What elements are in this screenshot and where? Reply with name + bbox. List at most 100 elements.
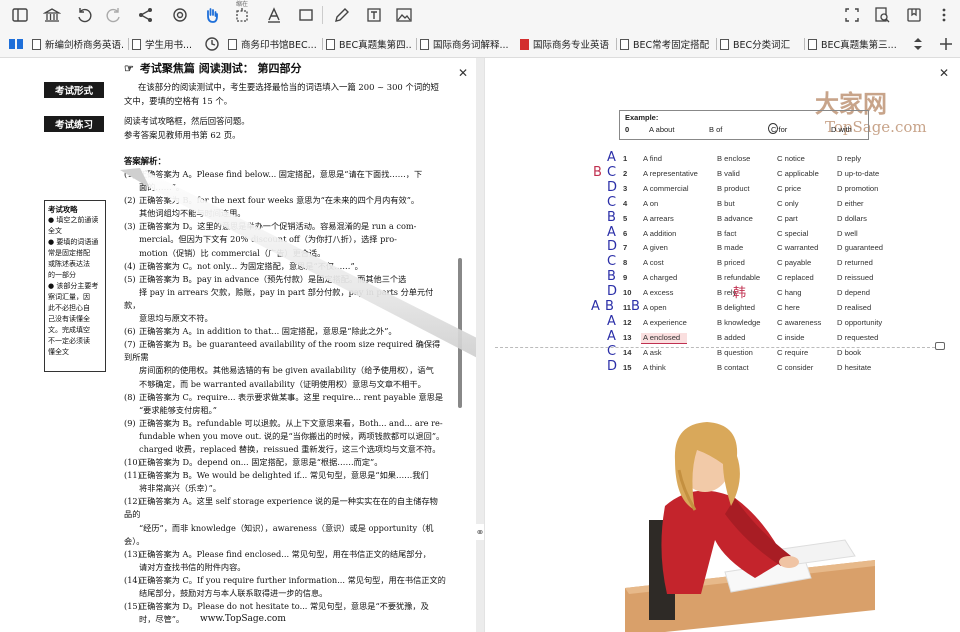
rectangle-tool-icon[interactable] — [294, 3, 318, 27]
option-n[interactable]: 6 — [623, 229, 627, 238]
option-c[interactable]: C warranted — [777, 243, 818, 252]
option-a[interactable]: A on — [643, 199, 658, 208]
option-d[interactable]: D up-to-date — [837, 169, 879, 178]
option-a[interactable]: A charged — [643, 273, 677, 282]
option-d[interactable]: D realised — [837, 303, 871, 312]
fullscreen-icon[interactable] — [840, 3, 864, 27]
option-n[interactable]: 9 — [623, 273, 627, 282]
option-c[interactable]: C special — [777, 229, 808, 238]
option-d[interactable]: D reissued — [837, 273, 873, 282]
clock-icon[interactable] — [200, 32, 224, 56]
split-divider[interactable] — [476, 58, 484, 632]
page-edge-icon[interactable] — [935, 342, 945, 350]
tab-doc-6-active[interactable]: 国际商务专业英语 — [520, 33, 612, 55]
option-c[interactable]: C awareness — [777, 318, 821, 327]
option-a[interactable]: A excess — [643, 288, 673, 297]
option-c[interactable]: C hang — [777, 288, 802, 297]
right-document-pane[interactable]: 大家网 TopSage.com ✕ Example: 0 A about B o… — [484, 58, 960, 632]
option-b[interactable]: B fact — [717, 229, 736, 238]
new-tab-plus-icon[interactable] — [934, 32, 958, 56]
option-d[interactable]: D requested — [837, 333, 878, 342]
tab-doc-2[interactable]: 学生用书... — [132, 33, 198, 55]
tab-doc-1[interactable]: 新编剑桥商务英语... — [32, 33, 124, 55]
option-c[interactable]: C payable — [777, 258, 811, 267]
tab-doc-7[interactable]: BEC常考固定搭配 — [620, 33, 712, 55]
option-b[interactable]: B product — [717, 184, 750, 193]
focus-target-icon[interactable] — [168, 3, 192, 27]
option-a[interactable]: A think — [643, 363, 666, 372]
option-a[interactable]: A enclosed — [643, 333, 680, 342]
option-b[interactable]: B but — [717, 199, 735, 208]
option-a[interactable]: A open — [643, 303, 667, 312]
left-document-pane[interactable]: ☞ 考试聚焦篇 阅读测试： 第四部分 考试形式 考试练习 在该部分的阅读测试中，考… — [0, 58, 476, 632]
option-c[interactable]: C consider — [777, 363, 813, 372]
more-options-icon[interactable] — [932, 3, 956, 27]
tab-doc-5[interactable]: 国际商务词解释... — [420, 33, 516, 55]
option-d[interactable]: D hesitate — [837, 363, 871, 372]
option-c[interactable]: C here — [777, 303, 800, 312]
option-n[interactable]: 13 — [623, 333, 631, 342]
option-n[interactable]: 11 — [623, 303, 631, 312]
option-c[interactable]: C part — [777, 214, 798, 223]
option-b[interactable]: B made — [717, 243, 743, 252]
option-n[interactable]: 15 — [623, 363, 631, 372]
option-n[interactable]: 14 — [623, 348, 631, 357]
pen-tool-icon[interactable] — [330, 3, 354, 27]
option-d[interactable]: D book — [837, 348, 861, 357]
option-d[interactable]: D opportunity — [837, 318, 882, 327]
option-d[interactable]: D depend — [837, 288, 870, 297]
option-n[interactable]: 5 — [623, 214, 627, 223]
option-n[interactable]: 7 — [623, 243, 627, 252]
option-d[interactable]: D reply — [837, 154, 861, 163]
sidebar-toggle-icon[interactable] — [8, 3, 32, 27]
option-n[interactable]: 1 — [623, 154, 627, 163]
option-b[interactable]: B refundable — [717, 273, 760, 282]
option-a[interactable]: A find — [643, 154, 662, 163]
option-d[interactable]: D guaranteed — [837, 243, 883, 252]
tabs-grid-icon[interactable] — [4, 32, 28, 56]
option-n[interactable]: 12 — [623, 318, 631, 327]
option-b[interactable]: B valid — [717, 169, 740, 178]
text-box-icon[interactable] — [362, 3, 386, 27]
option-b[interactable]: B priced — [717, 258, 745, 267]
option-c[interactable]: C applicable — [777, 169, 819, 178]
option-a[interactable]: A commercial — [643, 184, 689, 193]
option-c[interactable]: C inside — [777, 333, 804, 342]
close-left-pane-icon[interactable]: ✕ — [458, 66, 468, 80]
option-c[interactable]: C require — [777, 348, 808, 357]
option-d[interactable]: D returned — [837, 258, 873, 267]
option-b[interactable]: B enclose — [717, 154, 750, 163]
option-b[interactable]: B delighted — [717, 303, 755, 312]
crop-tool-icon[interactable] — [230, 3, 254, 27]
option-n[interactable]: 8 — [623, 258, 627, 267]
option-c[interactable]: C notice — [777, 154, 805, 163]
option-n[interactable]: 10 — [623, 288, 631, 297]
option-a[interactable]: A ask — [643, 348, 662, 357]
search-document-icon[interactable] — [870, 3, 894, 27]
image-insert-icon[interactable] — [392, 3, 416, 27]
option-a[interactable]: A given — [643, 243, 668, 252]
bookmark-icon[interactable] — [902, 3, 926, 27]
option-b[interactable]: B advance — [717, 214, 753, 223]
redo-icon[interactable] — [102, 3, 126, 27]
option-a[interactable]: A addition — [643, 229, 676, 238]
option-b[interactable]: B question — [717, 348, 753, 357]
option-d[interactable]: D promotion — [837, 184, 878, 193]
tab-doc-4[interactable]: BEC真题集第四... — [326, 33, 412, 55]
option-c[interactable]: C only — [777, 199, 799, 208]
close-right-pane-icon[interactable]: ✕ — [939, 66, 949, 80]
tab-doc-8[interactable]: BEC分类词汇 — [720, 33, 800, 55]
option-b[interactable]: B added — [717, 333, 745, 342]
tab-scroll-icon[interactable] — [906, 32, 930, 56]
hand-tool-icon[interactable] — [200, 3, 224, 27]
library-icon[interactable] — [40, 3, 64, 27]
option-d[interactable]: D well — [837, 229, 858, 238]
option-b[interactable]: B knowledge — [717, 318, 760, 327]
option-n[interactable]: 2 — [623, 169, 627, 178]
option-c[interactable]: C price — [777, 184, 801, 193]
option-n[interactable]: 3 — [623, 184, 627, 193]
undo-icon[interactable] — [72, 3, 96, 27]
option-a[interactable]: A cost — [643, 258, 664, 267]
option-d[interactable]: D either — [837, 199, 864, 208]
text-style-icon[interactable] — [262, 3, 286, 27]
